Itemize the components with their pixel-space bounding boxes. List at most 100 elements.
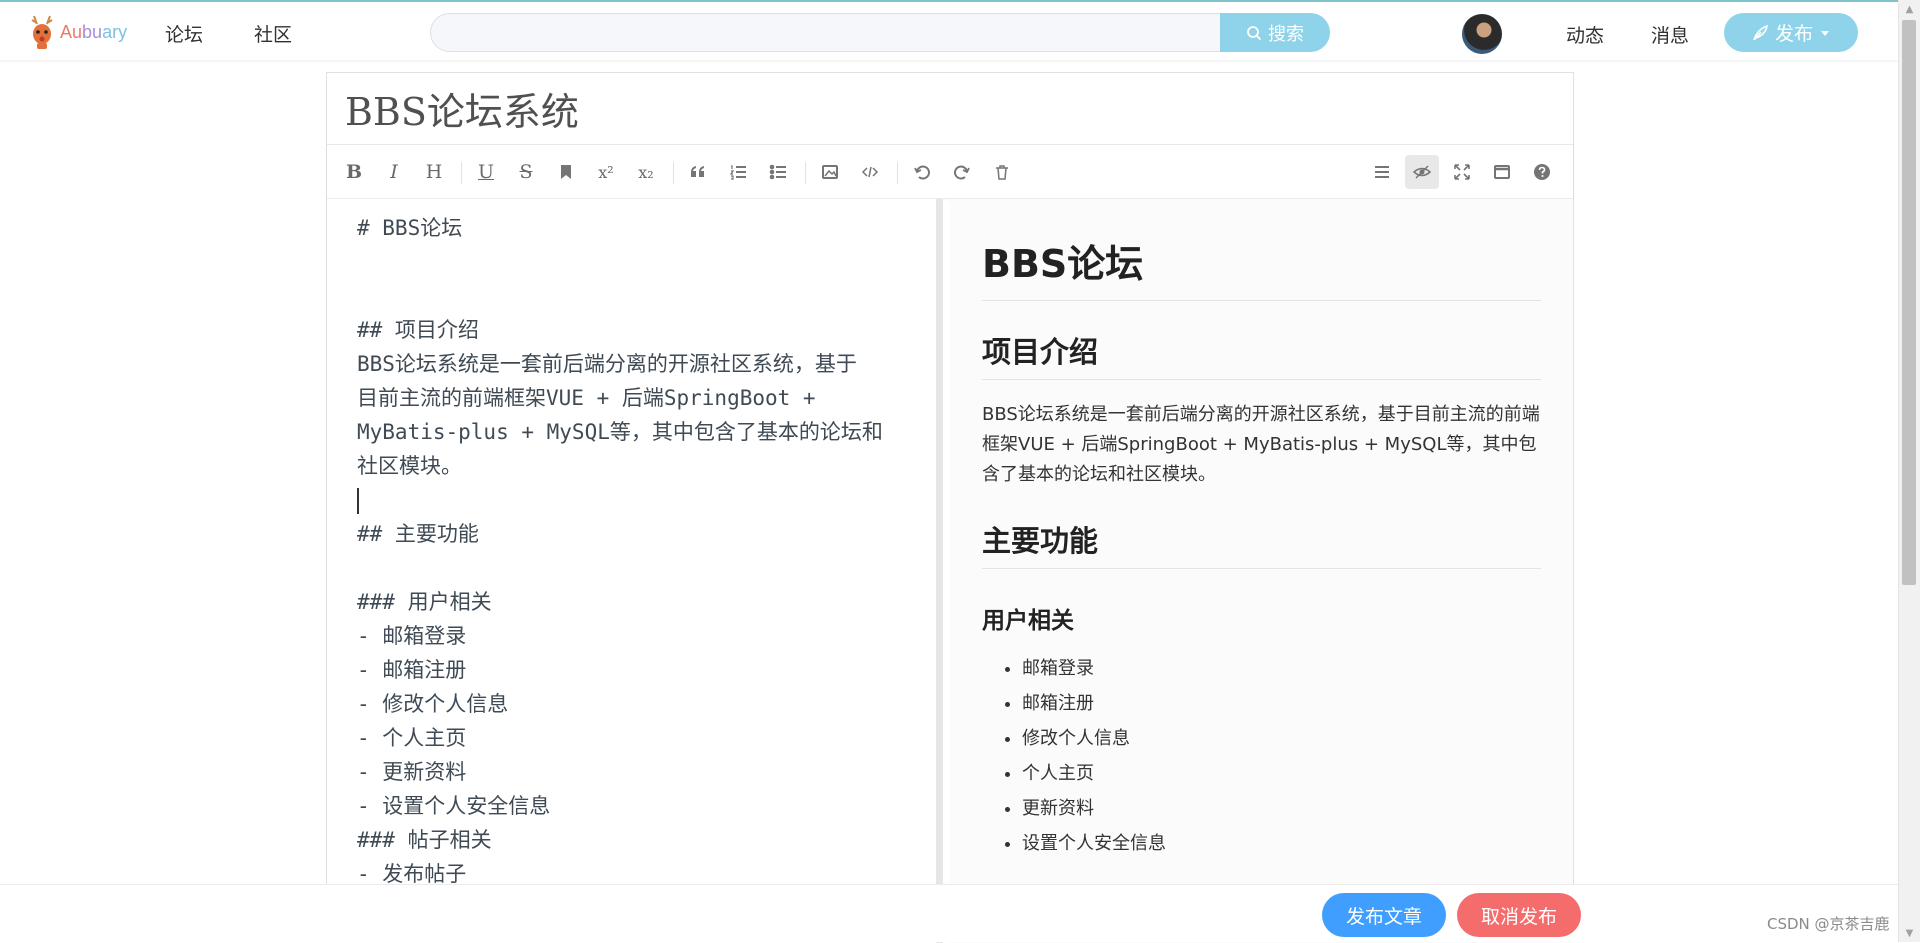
heading-icon: H (425, 161, 443, 183)
top-navbar: Aubuary 论坛 社区 搜索 动态 消息 发布 (0, 0, 1898, 60)
preview-heading-1: BBS论坛 (982, 233, 1541, 301)
image-icon (822, 165, 838, 179)
ordered-list-icon (729, 165, 746, 180)
markdown-line: ### 用户相关 (357, 590, 492, 614)
subscript-icon: x₂ (638, 162, 654, 182)
bookmark-icon (561, 165, 571, 179)
search-input[interactable] (430, 13, 1220, 52)
subscript-button[interactable]: x₂ (629, 155, 663, 189)
markdown-line: - 邮箱注册 (357, 658, 467, 682)
markdown-editor: B I H U S x² x₂ # BBS论坛 ## 项目介绍 BBS论坛系统是… (326, 72, 1574, 943)
underline-icon: U (477, 161, 494, 183)
scroll-down-arrow-icon[interactable]: ▼ (1899, 924, 1920, 942)
deer-logo-icon (31, 15, 53, 49)
insert-image-button[interactable] (813, 155, 847, 189)
navigation-toggle-button[interactable] (1365, 155, 1399, 189)
preview-heading-user: 用户相关 (982, 608, 1074, 634)
markdown-line: 目前主流的前端框架VUE + 后端SpringBoot + (357, 386, 816, 410)
markdown-line (357, 551, 906, 585)
header-link-activity[interactable]: 动态 (1566, 21, 1604, 48)
markdown-preview-pane: BBS论坛 项目介绍 BBS论坛系统是一套前后端分离的开源社区系统，基于目前主流… (950, 199, 1573, 943)
ordered-list-button[interactable] (721, 155, 755, 189)
toolbar-divider (461, 162, 462, 184)
list-item: 邮箱登录 (1022, 651, 1541, 686)
menu-icon (1375, 166, 1389, 178)
trash-icon (996, 165, 1008, 180)
publish-label: 发布 (1774, 23, 1813, 45)
markdown-line: BBS论坛系统是一套前后端分离的开源社区系统，基于 (357, 352, 857, 376)
bold-button[interactable]: B (337, 155, 371, 189)
undo-button[interactable] (905, 155, 939, 189)
markdown-line: ## 项目介绍 (357, 318, 479, 342)
markdown-line: - 邮箱登录 (357, 624, 467, 648)
italic-icon: I (390, 161, 398, 183)
publish-dropdown-button[interactable]: 发布 (1724, 13, 1858, 52)
window-mode-button[interactable] (1485, 155, 1519, 189)
toolbar-divider (805, 162, 806, 184)
quote-icon (691, 166, 704, 177)
markdown-line: - 个人主页 (357, 726, 467, 750)
preview-heading-features: 主要功能 (982, 518, 1541, 569)
watermark: CSDN @京茶吉鹿 (1767, 915, 1890, 933)
nav-community[interactable]: 社区 (254, 20, 292, 47)
search-bar: 搜索 (430, 13, 1330, 52)
list-item: 更新资料 (1022, 791, 1541, 826)
markdown-line: ### 帖子相关 (357, 828, 492, 852)
bold-icon: B (345, 161, 363, 183)
superscript-icon: x² (598, 162, 614, 182)
caret-down-icon (1821, 30, 1829, 36)
list-item: 修改个人信息 (1022, 721, 1541, 756)
text-caret-line (357, 483, 906, 517)
publish-article-button[interactable]: 发布文章 (1322, 893, 1446, 937)
markdown-line: - 设置个人安全信息 (357, 794, 551, 818)
header-link-messages[interactable]: 消息 (1651, 21, 1689, 48)
heading-button[interactable]: H (417, 155, 451, 189)
strikethrough-button[interactable]: S (509, 155, 543, 189)
markdown-line (357, 279, 906, 313)
scroll-up-arrow-icon[interactable]: ▲ (1899, 0, 1920, 18)
strikethrough-icon: S (519, 161, 533, 183)
expand-icon (1454, 164, 1470, 180)
fullscreen-button[interactable] (1445, 155, 1479, 189)
markdown-line: 社区模块。 (357, 454, 462, 478)
text-caret (357, 488, 359, 514)
list-item: 设置个人安全信息 (1022, 826, 1541, 861)
search-button-label: 搜索 (1268, 23, 1304, 45)
preview-heading-intro: 项目介绍 (982, 329, 1541, 380)
preview-toggle-button[interactable] (1405, 155, 1439, 189)
page-scrollbar[interactable]: ▲ ▼ (1898, 0, 1920, 942)
underline-button[interactable]: U (469, 155, 503, 189)
cancel-publish-button[interactable]: 取消发布 (1457, 893, 1581, 937)
markdown-line: - 更新资料 (357, 760, 467, 784)
markdown-line (357, 245, 906, 279)
unordered-list-button[interactable] (761, 155, 795, 189)
preview-intro-paragraph: BBS论坛系统是一套前后端分离的开源社区系统，基于目前主流的前端框架VUE + … (982, 404, 1540, 485)
preview-user-list: 邮箱登录 邮箱注册 修改个人信息 个人主页 更新资料 设置个人安全信息 (982, 651, 1541, 861)
logo-text: Aubuary (60, 21, 128, 42)
nav-forum[interactable]: 论坛 (165, 20, 203, 47)
bottom-action-bar: 发布文章 取消发布 CSDN @京茶吉鹿 (0, 884, 1898, 942)
mark-button[interactable] (549, 155, 583, 189)
quote-button[interactable] (681, 155, 715, 189)
editor-toolbar: B I H U S x² x₂ (327, 145, 1573, 199)
unordered-list-icon (769, 164, 786, 180)
eye-slash-icon (1413, 165, 1431, 179)
user-avatar[interactable] (1462, 14, 1502, 54)
logo[interactable]: Aubuary (28, 12, 127, 52)
toolbar-divider (897, 162, 898, 184)
code-button[interactable] (853, 155, 887, 189)
search-icon (1247, 25, 1262, 40)
article-title-input[interactable] (327, 73, 1573, 145)
italic-button[interactable]: I (377, 155, 411, 189)
scrollbar-thumb[interactable] (1902, 20, 1916, 585)
clear-button[interactable] (985, 155, 1019, 189)
search-button[interactable]: 搜索 (1220, 13, 1330, 52)
code-icon (861, 166, 879, 178)
superscript-button[interactable]: x² (589, 155, 623, 189)
list-item: 个人主页 (1022, 756, 1541, 791)
toolbar-divider (673, 162, 674, 184)
feather-icon (1753, 24, 1768, 41)
redo-button[interactable] (945, 155, 979, 189)
help-button[interactable] (1525, 155, 1559, 189)
markdown-input-pane[interactable]: # BBS论坛 ## 项目介绍 BBS论坛系统是一套前后端分离的开源社区系统，基… (327, 199, 943, 943)
